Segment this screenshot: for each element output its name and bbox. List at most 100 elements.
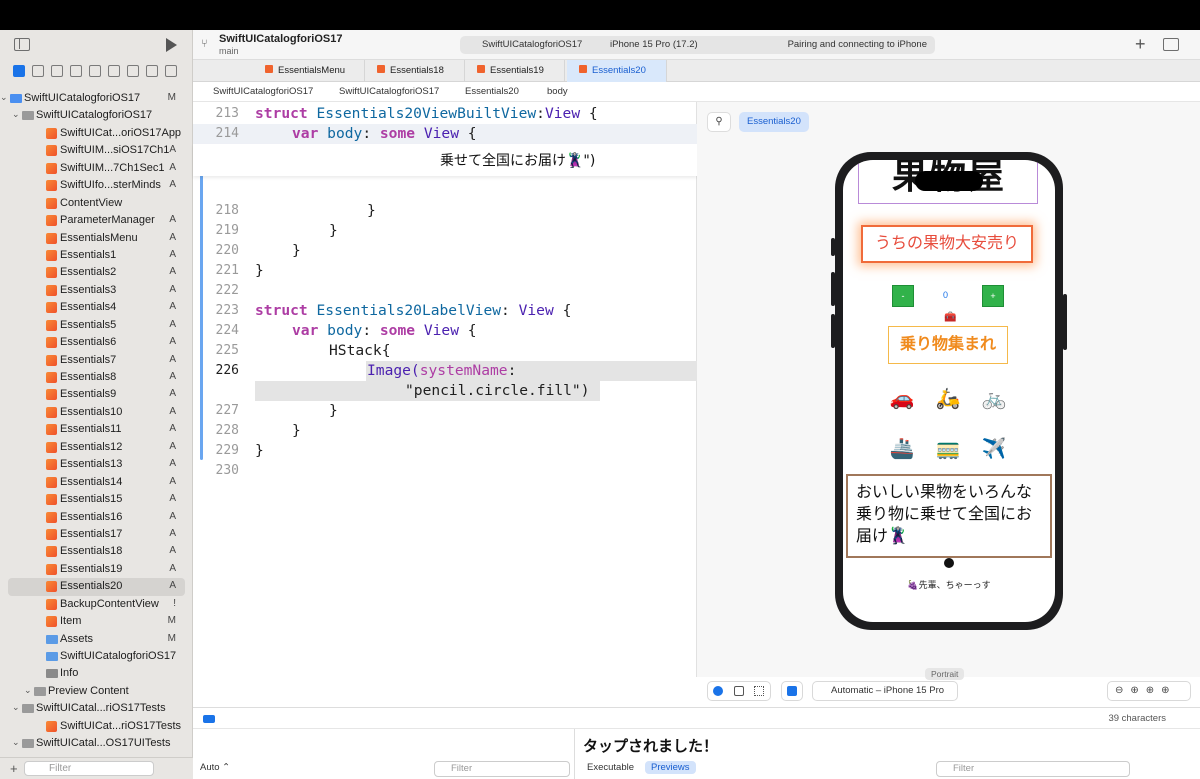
preview-device-select[interactable]: Automatic – iPhone 15 Pro (812, 681, 958, 701)
pin-icon[interactable]: ⚲ (707, 112, 731, 132)
previews-tab[interactable]: Previews (645, 761, 696, 774)
navigator-item-label: Assets (60, 632, 94, 645)
test-icon[interactable] (108, 65, 120, 77)
disclosure-chevron-icon[interactable]: ⌄ (12, 109, 20, 120)
navigator-item[interactable]: SwiftUICatalogforiOS17 (0, 648, 193, 665)
preview-selector[interactable]: Essentials20 (739, 112, 809, 132)
zoom-controls[interactable]: ⊖⊕⊕⊕ (1107, 681, 1191, 701)
breadcrumb-symbol[interactable]: body (547, 86, 568, 97)
navigator-item[interactable]: ⌄ SwiftUICatalogforiOS17 (0, 107, 193, 124)
navigator-item[interactable]: SwiftUIM...7Ch1Sec1 A (0, 160, 193, 177)
symbol-icon[interactable] (51, 65, 63, 77)
code-line: 223 struct Essentials20LabelView: View { (215, 302, 572, 319)
navigator-item[interactable]: BackupContentView! (0, 596, 193, 613)
preview-mode-controls[interactable] (707, 681, 771, 701)
auto-scope-select[interactable]: Auto ⌃ (200, 762, 230, 773)
breadcrumb-file[interactable]: Essentials20 (465, 86, 519, 97)
report-icon[interactable] (165, 65, 177, 77)
library-add-button[interactable]: + (1135, 34, 1146, 55)
navigator-item[interactable]: ⌄ SwiftUICatal...riOS17Tests (0, 700, 193, 717)
scooter-icon[interactable]: 🛵 (933, 386, 963, 411)
navigator-item[interactable]: Essentials19 A (0, 561, 193, 578)
live-preview-icon[interactable] (713, 686, 723, 696)
navigator-item[interactable]: Essentials15 A (0, 491, 193, 508)
scheme-name[interactable]: SwiftUICatalogforiOS17 (482, 39, 582, 50)
navigator-item[interactable]: Essentials13 A (0, 456, 193, 473)
airplane-icon[interactable]: ✈️ (979, 436, 1009, 461)
swift-file-icon (46, 581, 57, 593)
navigator-item[interactable]: Essentials20 A (8, 578, 185, 596)
navigator-item[interactable]: Essentials16 A (0, 509, 193, 526)
navigator-item[interactable]: SwiftUICat...oriOS17App (0, 125, 193, 142)
navigator-item[interactable]: SwiftUIM...siOS17Ch1 A (0, 142, 193, 159)
folder-icon[interactable] (13, 65, 25, 77)
navigator-item[interactable]: Assets M (0, 631, 193, 648)
navigator-item-label: EssentialsMenu (60, 231, 138, 244)
breakpoint-icon[interactable] (146, 65, 158, 77)
settings-toggle-icon[interactable] (787, 686, 797, 696)
disclosure-chevron-icon[interactable]: ⌄ (12, 702, 20, 713)
executable-tab[interactable]: Executable (587, 762, 634, 773)
navigator-item[interactable]: Info (0, 665, 193, 682)
disclosure-chevron-icon[interactable]: ⌄ (0, 92, 8, 103)
navigator-item[interactable]: EssentialsMenu A (0, 230, 193, 247)
navigator-item[interactable]: ParameterManager A (0, 212, 193, 229)
navigator-item[interactable]: Essentials17 A (0, 526, 193, 543)
navigator-item[interactable]: Essentials18 A (0, 543, 193, 560)
navigator-item[interactable]: Essentials5 A (0, 317, 193, 334)
run-destination[interactable]: iPhone 15 Pro (17.2) (610, 39, 698, 50)
tab-essentials20[interactable]: Essentials20 (567, 60, 667, 82)
navigator-item[interactable]: Essentials3 A (0, 282, 193, 299)
navigator-item[interactable]: Essentials8 A (0, 369, 193, 386)
navigator-item[interactable]: Essentials7 A (0, 352, 193, 369)
decrement-button[interactable]: - (892, 285, 914, 307)
navigator-item[interactable]: SwiftUICat...riOS17Tests (0, 718, 193, 735)
add-file-button[interactable]: + (10, 761, 18, 776)
car-icon[interactable]: 🚗 (887, 386, 917, 411)
tab-essentials-menu[interactable]: EssentialsMenu (253, 60, 365, 82)
run-button[interactable] (166, 38, 177, 52)
navigator-item[interactable]: Essentials14 A (0, 474, 193, 491)
tab-essentials19[interactable]: Essentials19 (465, 60, 565, 82)
console-filter-input[interactable]: Filter (936, 761, 1130, 777)
variables-filter-input[interactable]: Filter (434, 761, 570, 777)
selectable-icon[interactable] (734, 686, 744, 696)
navigator-item[interactable]: ContentView (0, 195, 193, 212)
branch-name[interactable]: main (219, 46, 239, 56)
navigator-item[interactable]: Item M (0, 613, 193, 630)
debug-area-icon[interactable] (203, 715, 215, 723)
scm-status-badge: A (169, 405, 176, 417)
navigator-item[interactable]: Essentials4 A (0, 299, 193, 316)
disclosure-chevron-icon[interactable]: ⌄ (24, 685, 32, 696)
increment-button[interactable]: + (982, 285, 1004, 307)
device-settings-button[interactable] (781, 681, 803, 701)
tab-essentials18[interactable]: Essentials18 (365, 60, 465, 82)
train-icon[interactable]: 🚃 (933, 436, 963, 461)
navigator-item[interactable]: Essentials9 A (0, 386, 193, 403)
navigator-item[interactable]: Essentials12 A (0, 439, 193, 456)
variants-icon[interactable] (754, 686, 764, 696)
navigator-item[interactable]: Essentials11 A (0, 421, 193, 438)
source-editor[interactable]: 213 struct Essentials20ViewBuiltView:Vie… (193, 102, 697, 677)
navigator-item[interactable]: Essentials10 A (0, 404, 193, 421)
navigator-item[interactable]: ⌄ SwiftUICatalogforiOS17 M (0, 90, 193, 107)
navigator-item[interactable]: ⌄ Preview Content (0, 683, 193, 700)
navigator-item[interactable]: SwiftUIfo...sterMinds A (0, 177, 193, 194)
navigator-item[interactable]: Essentials2 A (0, 264, 193, 281)
navigator-item[interactable]: Essentials6 A (0, 334, 193, 351)
issue-icon[interactable] (89, 65, 101, 77)
disclosure-chevron-icon[interactable]: ⌄ (12, 737, 20, 748)
ship-icon[interactable]: 🚢 (887, 436, 917, 461)
inspector-toggle-icon[interactable] (1163, 38, 1179, 51)
source-control-icon[interactable] (32, 65, 44, 77)
scheme-selector[interactable]: SwiftUICatalogforiOS17 iPhone 15 Pro (17… (460, 36, 935, 54)
debug-icon[interactable] (127, 65, 139, 77)
navigator-filter-input[interactable]: Filter (24, 761, 154, 776)
bicycle-icon[interactable]: 🚲 (979, 386, 1009, 411)
navigator-item[interactable]: ⌄ SwiftUICatal...OS17UITests (0, 735, 193, 752)
search-icon[interactable] (70, 65, 82, 77)
breadcrumb-folder[interactable]: SwiftUICatalogforiOS17 (339, 86, 439, 97)
breadcrumb-project[interactable]: SwiftUICatalogforiOS17 (213, 86, 313, 97)
navigator-item[interactable]: Essentials1 A (0, 247, 193, 264)
sidebar-toggle-icon[interactable] (14, 38, 30, 51)
